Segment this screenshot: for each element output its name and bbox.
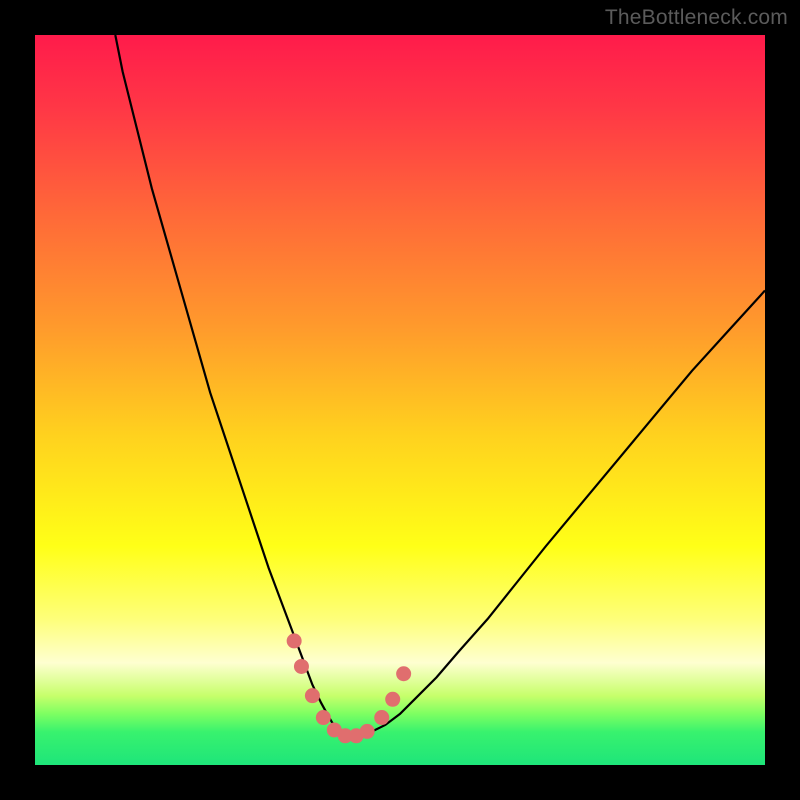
curve-layer — [35, 35, 765, 765]
highlight-point — [396, 666, 411, 681]
highlight-point — [305, 688, 320, 703]
highlight-point — [294, 659, 309, 674]
highlight-point — [316, 710, 331, 725]
highlight-markers — [287, 633, 412, 743]
highlight-point — [287, 633, 302, 648]
highlight-point — [360, 724, 375, 739]
highlight-point — [385, 692, 400, 707]
bottleneck-curve — [115, 35, 765, 736]
plot-area — [35, 35, 765, 765]
highlight-point — [374, 710, 389, 725]
chart-frame: TheBottleneck.com — [0, 0, 800, 800]
watermark-text: TheBottleneck.com — [605, 6, 788, 30]
